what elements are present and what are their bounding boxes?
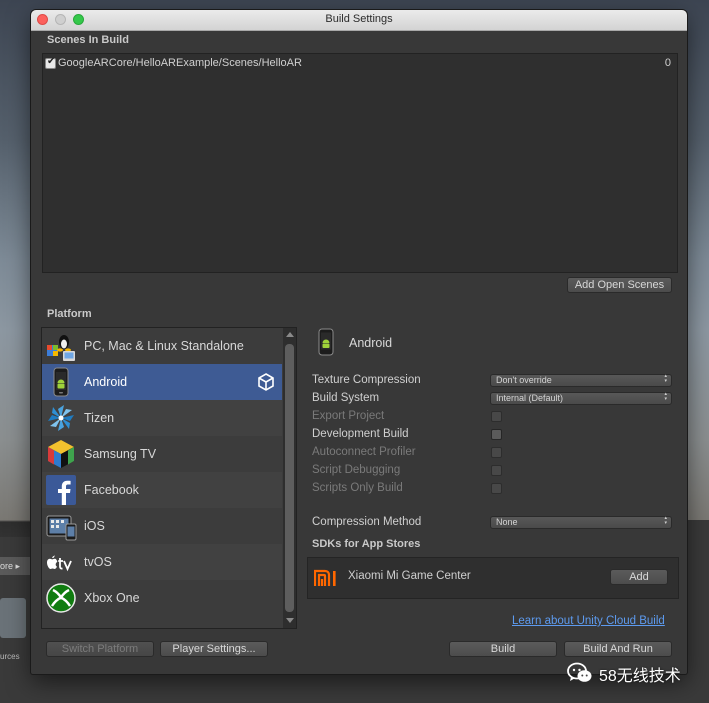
platform-label: Samsung TV (84, 447, 157, 461)
scene-path: GoogleARCore/HelloARExample/Scenes/Hello… (58, 57, 302, 69)
platform-item-facebook[interactable]: Facebook (42, 472, 282, 508)
add-sdk-button[interactable]: Add (610, 569, 668, 585)
development-build-checkbox[interactable] (491, 429, 502, 440)
script-debugging-checkbox[interactable] (491, 465, 502, 476)
platform-item-pc-mac-linux[interactable]: PC, Mac & Linux Standalone (42, 328, 282, 364)
sdk-app-store-row: Xiaomi Mi Game Center Add (307, 557, 679, 599)
export-project-label: Export Project (312, 410, 385, 422)
scene-index: 0 (664, 57, 671, 69)
platform-list[interactable]: PC, Mac & Linux Standalone Android Tizen… (41, 327, 297, 629)
texture-compression-dropdown[interactable]: Don't override (490, 374, 672, 387)
unity-cloud-build-link[interactable]: Learn about Unity Cloud Build (512, 615, 665, 627)
apple-tv-icon (47, 555, 72, 572)
title-bar[interactable]: Build Settings (31, 10, 687, 31)
pc-mac-linux-icon (47, 335, 75, 361)
build-system-label: Build System (312, 392, 380, 404)
platform-item-tizen[interactable]: Tizen (42, 400, 282, 436)
watermark-text: 58无线技术 (599, 668, 681, 685)
build-button[interactable]: Build (449, 641, 557, 657)
scroll-up-arrow-icon[interactable] (286, 332, 294, 337)
autoconnect-profiler-checkbox[interactable] (491, 447, 502, 458)
platform-label: iOS (84, 519, 105, 533)
switch-platform-button[interactable]: Switch Platform (46, 641, 154, 657)
build-and-run-button[interactable]: Build And Run (564, 641, 672, 657)
export-project-checkbox[interactable] (491, 411, 502, 422)
platform-label: PC, Mac & Linux Standalone (84, 339, 244, 353)
facebook-icon (46, 475, 76, 505)
tizen-icon (48, 405, 74, 431)
sdk-name: Xiaomi Mi Game Center (348, 570, 471, 582)
platform-item-samsung-tv[interactable]: Samsung TV (42, 436, 282, 472)
background-editor-tab[interactable]: ore ▸ (0, 557, 30, 575)
script-debugging-label: Script Debugging (312, 464, 401, 476)
selected-platform-title: Android (349, 336, 393, 350)
platform-header: Platform (47, 308, 92, 320)
scenes-in-build-header: Scenes In Build (47, 34, 129, 46)
player-settings-button[interactable]: Player Settings... (160, 641, 268, 657)
sdks-for-app-stores-header: SDKs for App Stores (312, 538, 421, 550)
xiaomi-mi-icon (314, 569, 336, 586)
android-phone-icon (318, 328, 334, 356)
platform-label: tvOS (84, 555, 112, 569)
platform-label: Xbox One (84, 591, 140, 605)
platform-item-ios[interactable]: iOS (42, 508, 282, 544)
scroll-down-arrow-icon[interactable] (286, 618, 294, 623)
background-editor-panel-right (687, 520, 709, 703)
platform-item-xbox-one[interactable]: Xbox One (42, 580, 282, 616)
background-asset-thumbnail[interactable] (0, 598, 26, 638)
build-settings-window: Build Settings Scenes In Build GoogleARC… (31, 10, 687, 674)
scene-include-checkbox[interactable] (45, 56, 56, 69)
background-asset-label: urces (0, 652, 20, 661)
platform-label: Facebook (84, 483, 139, 497)
samsung-tv-icon (48, 440, 74, 468)
scene-row[interactable]: GoogleARCore/HelloARExample/Scenes/Hello… (45, 56, 675, 72)
scripts-only-build-checkbox[interactable] (491, 483, 502, 494)
wechat-icon (567, 662, 592, 682)
platform-label: Android (84, 375, 128, 389)
build-system-dropdown[interactable]: Internal (Default) (490, 392, 672, 405)
xbox-icon (46, 583, 76, 613)
scenes-list[interactable]: GoogleARCore/HelloARExample/Scenes/Hello… (42, 53, 678, 273)
texture-compression-label: Texture Compression (312, 374, 421, 386)
ios-device-icon (46, 515, 77, 541)
window-title: Build Settings (325, 13, 393, 25)
compression-method-label: Compression Method (312, 516, 422, 528)
development-build-label: Development Build (312, 428, 409, 440)
platform-item-android[interactable]: Android (42, 364, 282, 400)
android-phone-icon (53, 367, 69, 397)
add-open-scenes-button[interactable]: Add Open Scenes (567, 277, 672, 293)
scripts-only-build-label: Scripts Only Build (312, 482, 403, 494)
autoconnect-profiler-label: Autoconnect Profiler (312, 446, 416, 458)
platform-item-tvos[interactable]: tvOS (42, 544, 282, 580)
unity-logo-icon (258, 373, 274, 391)
platform-label: Tizen (84, 411, 115, 425)
compression-method-dropdown[interactable]: None (490, 516, 672, 529)
platform-list-scroll-thumb[interactable] (285, 344, 294, 612)
